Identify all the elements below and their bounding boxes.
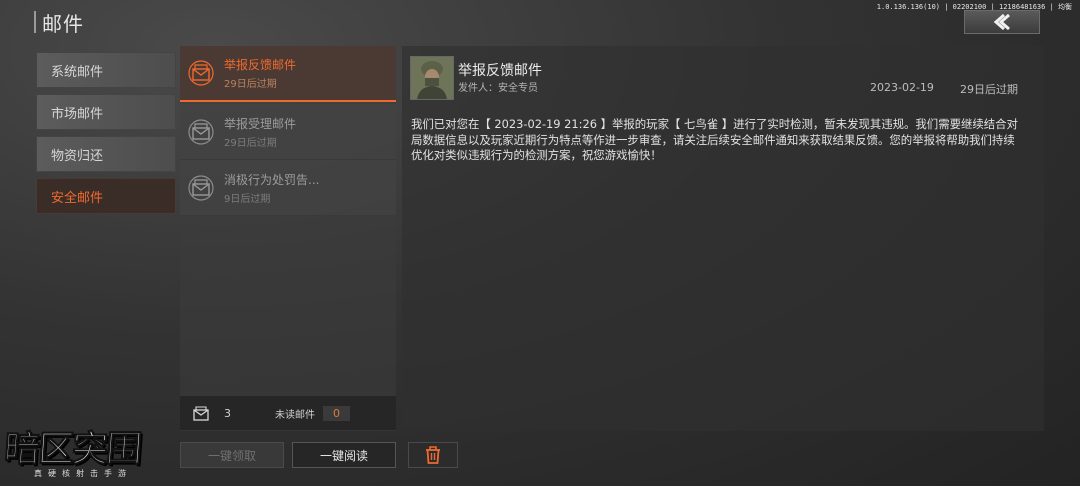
mail-detail-panel	[402, 46, 1044, 431]
mail-item-report-feedback[interactable]: 举报反馈邮件 29日后过期	[180, 46, 396, 102]
game-logo: 暗区突围 真硬核射击手游	[2, 429, 164, 486]
category-system-mail[interactable]: 系统邮件	[36, 52, 176, 88]
envelope-icon	[186, 117, 216, 147]
mail-title: 举报受理邮件	[224, 116, 297, 131]
claim-all-button[interactable]: 一键领取	[180, 442, 284, 468]
title-divider	[34, 11, 36, 33]
mail-item-penalty-notice[interactable]: 消极行为处罚告... 9日后过期	[180, 160, 396, 216]
mail-item-report-accepted[interactable]: 举报受理邮件 29日后过期	[180, 104, 396, 160]
detail-date: 2023-02-19	[870, 81, 934, 94]
page-title: 邮件	[42, 11, 84, 36]
mail-list-footer: 3 未读邮件 0	[180, 396, 396, 430]
envelope-icon	[186, 173, 216, 203]
trash-icon	[426, 446, 440, 464]
category-label: 系统邮件	[51, 64, 104, 80]
mail-list: 举报反馈邮件 29日后过期 举报受理邮件 29日后过期 消极行为处罚告... 9…	[180, 46, 396, 431]
mail-title: 举报反馈邮件	[224, 58, 297, 72]
category-supply-return[interactable]: 物资归还	[36, 136, 176, 172]
category-label: 物资归还	[51, 148, 104, 164]
sender-avatar	[410, 56, 454, 100]
total-mail-count: 3	[224, 406, 231, 420]
mail-title: 消极行为处罚告...	[224, 172, 320, 187]
mail-expire: 29日后过期	[224, 137, 277, 149]
detail-body: 我们已对您在【 2023-02-19 21:26 】举报的玩家【 七鸟雀 】进行…	[411, 117, 1018, 162]
category-market-mail[interactable]: 市场邮件	[36, 94, 176, 130]
mail-expire: 29日后过期	[224, 79, 277, 90]
detail-sender: 发件人：安全专员	[458, 83, 538, 94]
detail-title: 举报反馈邮件	[458, 63, 542, 79]
envelope-icon	[186, 58, 216, 88]
category-security-mail[interactable]: 安全邮件	[36, 178, 176, 214]
mail-expire: 9日后过期	[224, 193, 271, 205]
title-bar: 邮件	[34, 8, 84, 36]
detail-expire: 29日后过期	[960, 83, 1018, 96]
read-all-button[interactable]: 一键阅读	[292, 442, 396, 468]
unread-label: 未读邮件	[275, 409, 315, 421]
unread-count: 0	[323, 405, 350, 421]
back-arrow-icon	[993, 14, 1010, 30]
mail-count-icon	[192, 405, 210, 421]
delete-button[interactable]	[408, 442, 458, 468]
category-label: 安全邮件	[51, 190, 104, 206]
logo-main-text: 暗区突围	[2, 429, 142, 471]
category-label: 市场邮件	[51, 106, 104, 122]
back-button[interactable]	[964, 10, 1040, 34]
